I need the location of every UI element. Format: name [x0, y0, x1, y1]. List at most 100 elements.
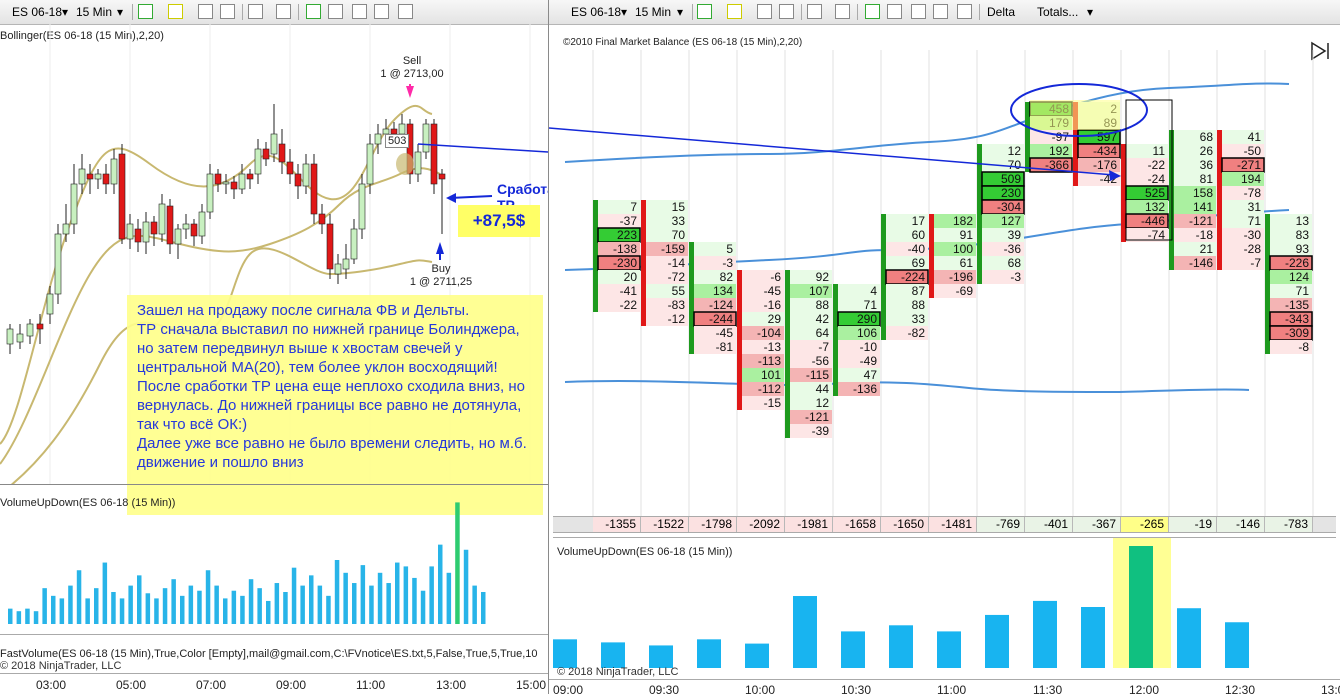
delta-total-cell: -1798: [689, 517, 737, 532]
properties-icon[interactable]: [398, 4, 413, 19]
footprint-value: 47: [864, 368, 878, 382]
footprint-value: -37: [620, 214, 638, 228]
candle-body: [6, 328, 14, 345]
volume-bar: [154, 598, 159, 624]
dollar-icon[interactable]: [933, 4, 948, 19]
candle-body: [422, 123, 430, 153]
footprint-value: -244: [709, 312, 733, 326]
footprint-value: 127: [1001, 214, 1021, 228]
candle-body: [26, 323, 34, 337]
candle-body: [270, 133, 278, 155]
delta-total-cell: -1355: [593, 517, 641, 532]
volume-bar: [455, 502, 460, 624]
delta-menu[interactable]: Delta: [987, 5, 1015, 19]
candle-body: [158, 203, 166, 235]
candle-body: [286, 161, 294, 175]
time-tick-label: 12:00: [1129, 683, 1160, 694]
instrument-selector[interactable]: ES 06-18: [12, 5, 62, 19]
footprint-value: 87: [912, 284, 926, 298]
footprint-value: -115: [806, 368, 829, 382]
footprint-value: 91: [960, 228, 974, 242]
footprint-value: -82: [908, 326, 926, 340]
dropdown-arrow-icon[interactable]: ▾: [621, 5, 627, 19]
pencil-icon[interactable]: [727, 4, 742, 19]
footprint-value: -135: [1285, 298, 1309, 312]
dropdown-arrow-icon[interactable]: ▾: [1087, 5, 1093, 19]
zoom-in-icon[interactable]: [757, 4, 772, 19]
time-tick-label: 11:30: [1033, 683, 1063, 694]
footprint-value: -146: [1189, 256, 1213, 270]
candle-body: [46, 293, 54, 315]
indicators-icon[interactable]: [306, 4, 321, 19]
footprint-value: -3: [722, 256, 733, 270]
footprint-value: -224: [901, 270, 925, 284]
footprint-chart[interactable]: 7-37223-138-23020-41-22153370-159-14-725…: [549, 50, 1340, 516]
volume-bar: [481, 592, 486, 624]
volume-bar: [162, 588, 168, 624]
candle-body: [230, 181, 238, 190]
zoom-out-icon[interactable]: [779, 4, 794, 19]
candle-body: [86, 173, 94, 180]
volume-bar: [889, 625, 913, 668]
volume-bar: [386, 583, 391, 624]
instrument-selector[interactable]: ES 06-18: [571, 5, 621, 19]
footprint-value: -49: [860, 354, 878, 368]
candle-body: [198, 211, 206, 237]
volume-bar: [412, 577, 417, 624]
footprint-value: -3: [1010, 270, 1021, 284]
dropdown-arrow-icon[interactable]: ▾: [677, 5, 683, 19]
toolbar-divider: [801, 4, 802, 20]
left-volume-chart[interactable]: [0, 486, 548, 626]
time-tick-label: 03:00: [36, 678, 67, 692]
footprint-value: 31: [1248, 200, 1262, 214]
properties-icon[interactable]: [957, 4, 972, 19]
dropdown-arrow-icon[interactable]: ▾: [117, 5, 123, 19]
interval-selector[interactable]: 15 Min: [76, 5, 112, 19]
interval-selector[interactable]: 15 Min: [635, 5, 671, 19]
volume-bar: [317, 585, 323, 624]
candle-body: [334, 263, 342, 275]
cursor-icon[interactable]: [248, 4, 263, 19]
chart-trader-icon[interactable]: [911, 4, 926, 19]
footprint-value: -113: [758, 354, 781, 368]
volume-bar: [111, 592, 116, 624]
strategies-icon[interactable]: [887, 4, 902, 19]
volume-bar: [102, 562, 108, 624]
footprint-value: 194: [1241, 172, 1261, 186]
volume-bar: [1177, 608, 1201, 668]
zoom-out-icon[interactable]: [220, 4, 235, 19]
volume-bar: [85, 598, 90, 624]
footprint-value: -45: [764, 284, 782, 298]
footprint-value: -36: [1004, 242, 1022, 256]
chart-style-icon[interactable]: [138, 4, 153, 19]
footprint-value: 41: [1248, 130, 1262, 144]
chart-style-icon[interactable]: [697, 4, 712, 19]
volume-bar: [51, 595, 56, 624]
pencil-icon[interactable]: [168, 4, 183, 19]
indicators-icon[interactable]: [865, 4, 880, 19]
chart-trader-icon[interactable]: [352, 4, 367, 19]
volume-bar: [197, 590, 202, 624]
dollar-icon[interactable]: [374, 4, 389, 19]
volume-bar: [553, 639, 577, 668]
magnifier-icon[interactable]: [835, 4, 850, 19]
volume-bar: [25, 608, 30, 624]
delta-total-cell: -1522: [641, 517, 689, 532]
left-toolbar: ES 06-18 ▾ 15 Min ▾: [0, 0, 548, 25]
footprint-value: -446: [1141, 214, 1165, 228]
time-tick-label: 10:00: [745, 683, 776, 694]
footprint-value: 106: [857, 326, 877, 340]
footprint-value: 88: [912, 298, 926, 312]
totals-menu[interactable]: Totals...: [1037, 5, 1078, 19]
time-tick-label: 13:00: [1321, 683, 1340, 694]
magnifier-icon[interactable]: [276, 4, 291, 19]
volume-bar: [283, 592, 288, 624]
right-volume-chart[interactable]: [549, 538, 1340, 668]
cursor-icon[interactable]: [807, 4, 822, 19]
dropdown-arrow-icon[interactable]: ▾: [62, 5, 68, 19]
volume-bar: [188, 585, 194, 624]
footprint-value: 71: [1296, 284, 1310, 298]
zoom-in-icon[interactable]: [198, 4, 213, 19]
strategies-icon[interactable]: [328, 4, 343, 19]
footprint-value: -159: [661, 242, 685, 256]
